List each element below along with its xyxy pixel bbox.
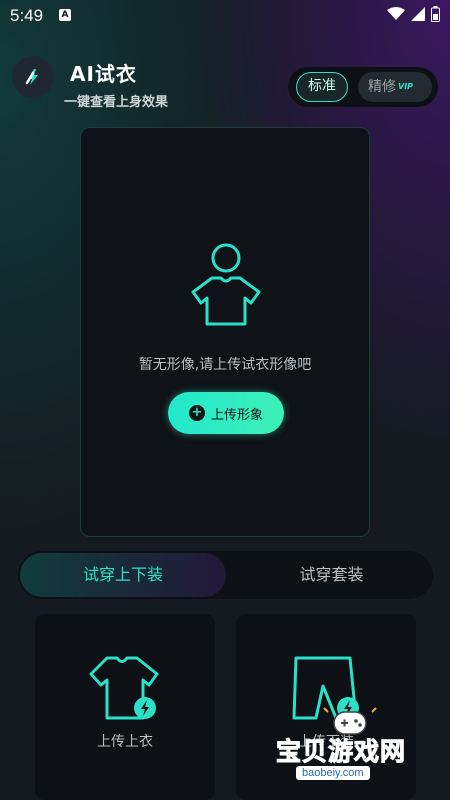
person-icon xyxy=(191,243,261,326)
tab-outfit-set[interactable]: 试穿套装 xyxy=(234,553,429,597)
app-title: AI试衣 xyxy=(70,62,137,86)
upload-top-card[interactable]: 上传上衣 xyxy=(35,614,215,800)
upload-top-label: 上传上衣 xyxy=(97,734,153,750)
wifi-icon xyxy=(387,7,405,20)
plus-icon: + xyxy=(188,405,205,421)
tab-top-bottom[interactable]: 试穿上下装 xyxy=(20,553,226,597)
watermark-url: baobeiy.com xyxy=(296,766,370,780)
upload-avatar-button[interactable]: + 上传形象 xyxy=(168,392,284,434)
vip-badge: VIP xyxy=(398,82,414,91)
tryon-mode-tabs: 试穿上下装 试穿套装 xyxy=(18,551,433,599)
status-bar: 5:49 A xyxy=(0,0,450,32)
mode-pro-label: 精修 xyxy=(368,79,396,95)
notification-icon: A xyxy=(59,9,71,21)
battery-icon xyxy=(431,6,440,22)
app-logo xyxy=(12,56,54,98)
shirt-icon xyxy=(89,656,159,720)
site-watermark: 宝贝游戏网 baobeiy.com xyxy=(272,706,450,800)
status-icons xyxy=(387,6,440,22)
status-time: 5:49 xyxy=(10,6,44,25)
hanger-logo-icon xyxy=(25,69,38,85)
avatar-upload-area[interactable]: 暂无形像,请上传试衣形像吧 + 上传形象 xyxy=(80,127,370,537)
mode-standard-button[interactable]: 标准 xyxy=(296,72,348,102)
mode-pro-button[interactable]: 精修 VIP xyxy=(358,72,432,102)
upload-avatar-label: 上传形象 xyxy=(210,407,263,423)
empty-avatar-text: 暂无形像,请上传试衣形像吧 xyxy=(138,357,312,373)
signal-icon xyxy=(411,7,425,21)
app-subtitle: 一键查看上身效果 xyxy=(64,95,169,110)
mode-toggle: 标准 精修 VIP xyxy=(288,67,438,107)
watermark-title: 宝贝游戏网 xyxy=(275,737,407,767)
